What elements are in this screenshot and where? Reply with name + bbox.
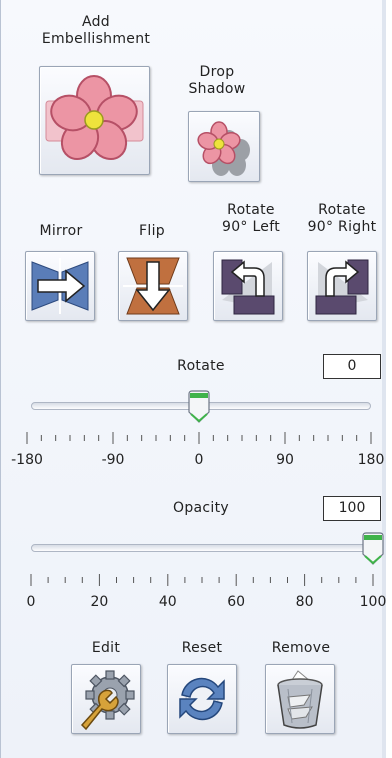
- trash-bin-icon: [277, 670, 323, 729]
- remove-button[interactable]: [265, 664, 335, 734]
- rotate-right-button[interactable]: [307, 251, 377, 321]
- flower-shadow-icon: [197, 121, 250, 176]
- rotate-left-button[interactable]: [213, 251, 283, 321]
- rotate-tick-marks: [26, 432, 372, 444]
- mirror-button[interactable]: [25, 251, 95, 321]
- edit-button[interactable]: [71, 664, 141, 734]
- flip-button[interactable]: [118, 251, 188, 321]
- opacity-label: Opacity: [173, 500, 229, 516]
- rotate-left-label: Rotate 90° Left: [221, 202, 280, 235]
- refresh-icon: [179, 677, 225, 721]
- reset-label: Reset: [181, 640, 223, 656]
- rotate-label: Rotate: [177, 358, 225, 374]
- rotate-right-label: Rotate 90° Right: [307, 202, 377, 235]
- add-embellishment-button[interactable]: [39, 66, 150, 175]
- opacity-value-input[interactable]: 100: [323, 496, 381, 521]
- drop-shadow-label: Drop Shadow: [188, 64, 246, 97]
- gear-wrench-icon: [80, 670, 135, 731]
- mirror-label: Mirror: [39, 223, 83, 239]
- tick-label: -180: [11, 452, 43, 468]
- tick-label: 0: [194, 452, 204, 468]
- opacity-tick-marks: [30, 574, 374, 586]
- embellishment-panel: Add Embellishment Drop Shadow Mirror Fli…: [0, 0, 386, 758]
- drop-shadow-button[interactable]: [188, 111, 260, 182]
- flower-icon: [45, 75, 144, 161]
- tick-label: 40: [158, 594, 177, 610]
- tick-label: 80: [295, 594, 314, 610]
- tick-label: 100: [359, 594, 387, 610]
- tick-label: 180: [357, 452, 385, 468]
- reset-button[interactable]: [167, 664, 237, 734]
- rotate-slider-thumb[interactable]: [186, 390, 212, 424]
- tick-label: 60: [227, 594, 246, 610]
- add-embellishment-label: Add Embellishment: [41, 14, 151, 47]
- opacity-slider-track[interactable]: [31, 544, 373, 552]
- rotate-value-input[interactable]: 0: [323, 354, 381, 379]
- mirror-icon: [31, 258, 89, 314]
- rotate-right-icon: [315, 259, 369, 315]
- rotate-left-icon: [221, 259, 275, 315]
- edit-label: Edit: [91, 640, 121, 656]
- flip-icon: [123, 257, 183, 315]
- remove-label: Remove: [271, 640, 331, 656]
- tick-label: 0: [26, 594, 36, 610]
- tick-label: 90: [276, 452, 294, 468]
- flip-label: Flip: [139, 223, 165, 239]
- tick-label: 20: [90, 594, 109, 610]
- opacity-slider-thumb[interactable]: [360, 532, 386, 566]
- tick-label: -90: [101, 452, 125, 468]
